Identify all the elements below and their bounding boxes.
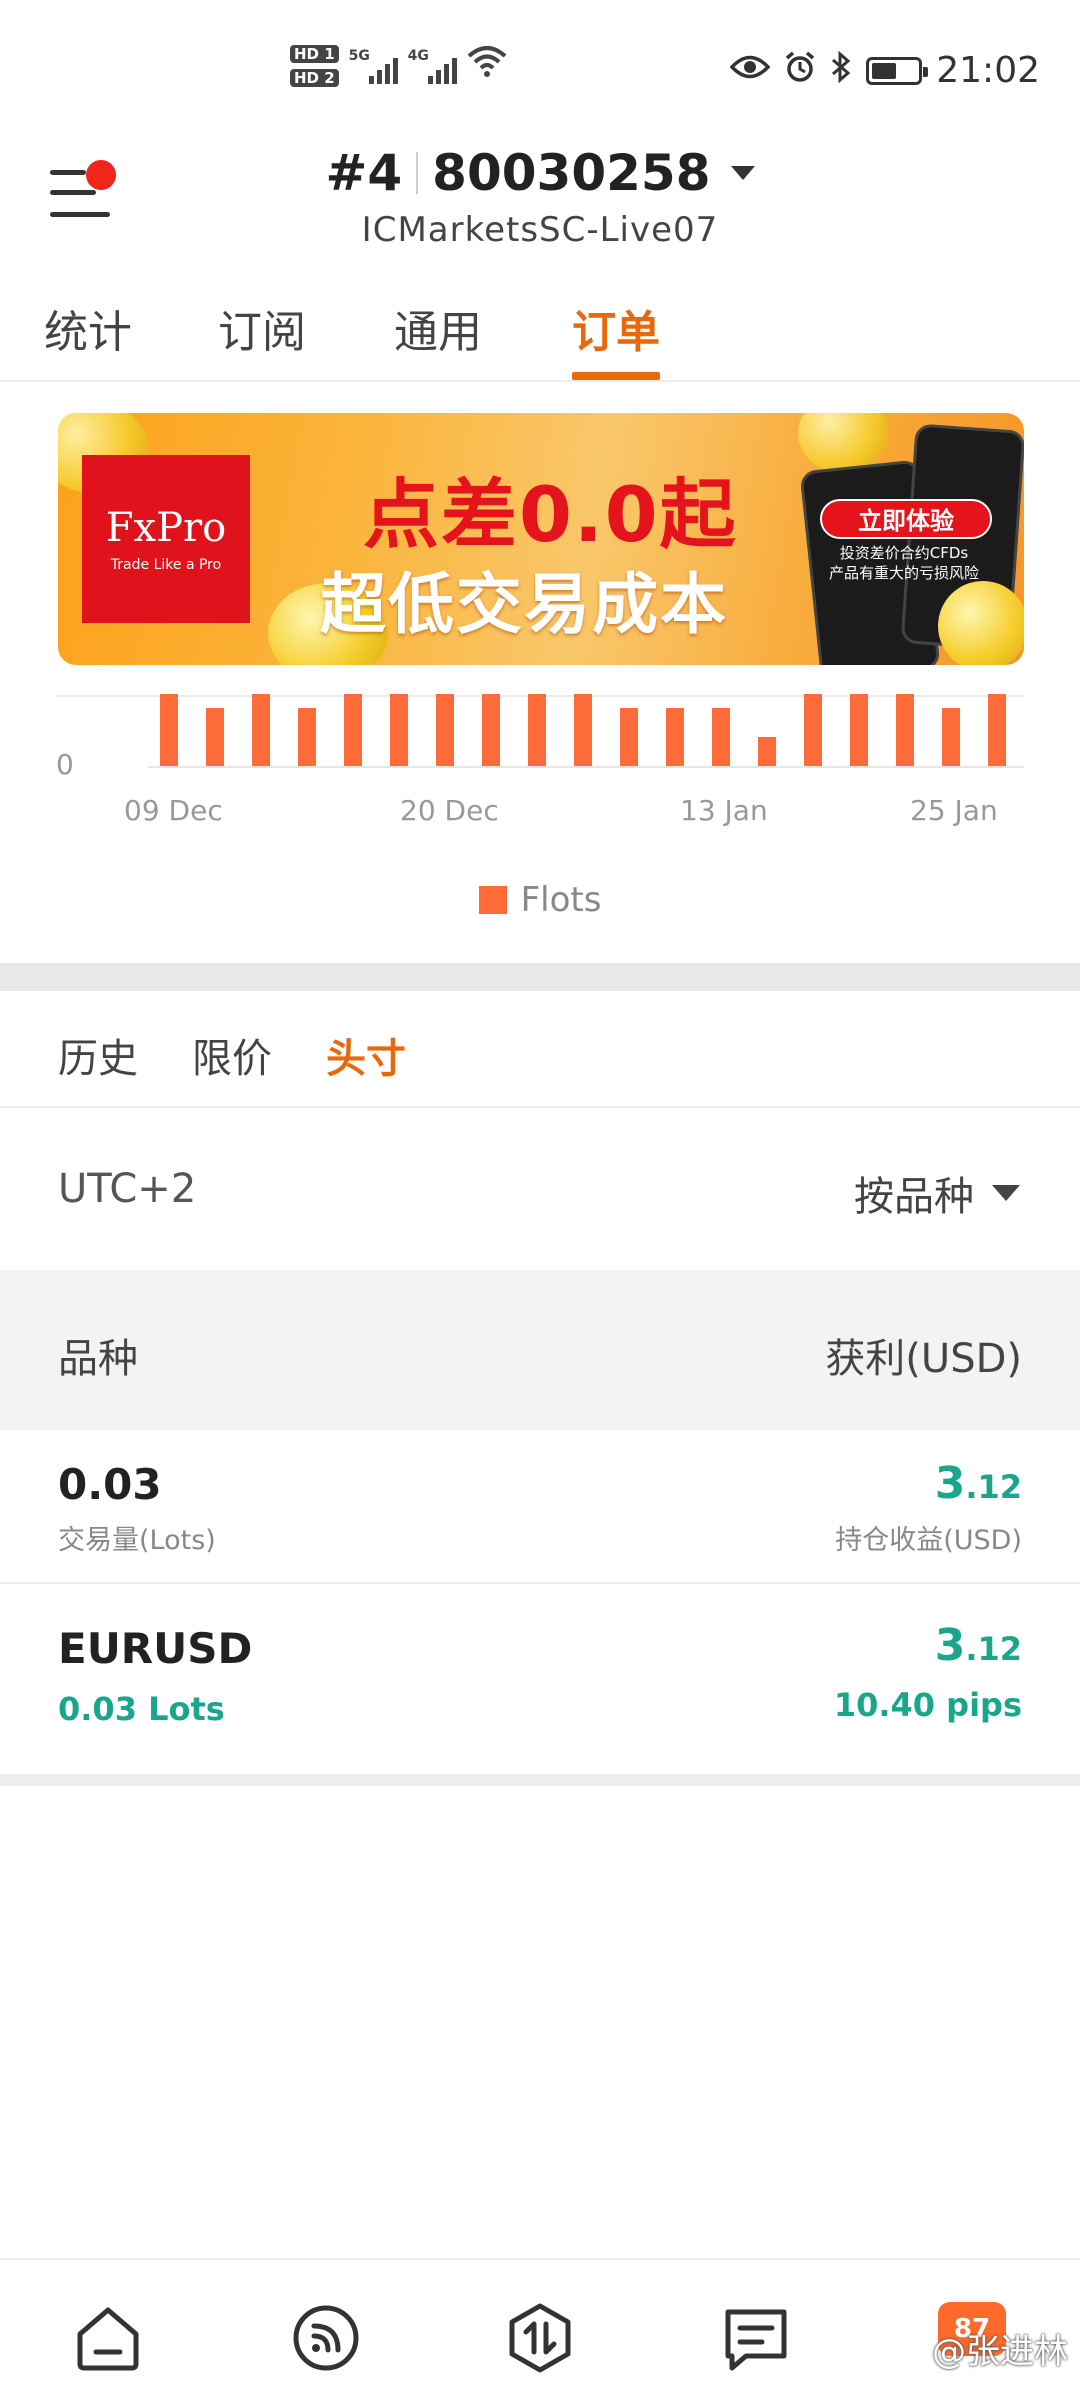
tab-stats[interactable]: 统计 (44, 296, 132, 360)
chart-bar (252, 694, 270, 766)
legend-swatch (478, 886, 507, 914)
sort-label: 按品种 (854, 1174, 974, 1220)
x-tick-label: 09 Dec (124, 794, 223, 827)
positions-summary: 0.03 交易量(Lots) 3.12 持仓收益(USD) (0, 1432, 1080, 1584)
chart-bar (620, 708, 638, 766)
timezone-label: UTC+2 (58, 1166, 197, 1212)
position-pips: 10.40 pips (833, 1686, 1022, 1724)
bottom-navigation: 87 @张进林 (0, 2258, 1080, 2400)
account-index: #4 (325, 144, 403, 202)
chart-bar (896, 694, 914, 766)
x-tick-label: 13 Jan (680, 794, 768, 827)
chart-bar (160, 694, 178, 766)
signal-icon[interactable] (288, 2300, 364, 2376)
chart-bar (850, 694, 868, 766)
chart-bar (666, 708, 684, 766)
profit-label: 持仓收益(USD) (835, 1525, 1022, 1556)
legend-label: Flots (520, 880, 602, 920)
column-symbol: 品种 (58, 1336, 138, 1382)
position-lots: 0.03 Lots (58, 1690, 225, 1728)
x-tick-label: 25 Jan (910, 794, 998, 827)
battery-icon (866, 56, 929, 85)
status-left: HD 1 HD 2 5G 4G (290, 44, 507, 87)
chart-bar (344, 694, 362, 766)
sort-dropdown[interactable]: 按品种 (854, 1164, 1020, 1222)
order-subtabs: 历史 限价 头寸 (0, 992, 1080, 1108)
eye-icon (729, 53, 771, 88)
x-tick-label: 20 Dec (400, 794, 499, 827)
column-profit: 获利(USD) (825, 1336, 1022, 1382)
risk-note: 投资差价合约CFDs 产品有重大的亏损风险 (828, 544, 979, 582)
total-volume: 0.03 (58, 1460, 162, 1509)
total-profit: 3.12 (934, 1458, 1022, 1509)
chart-bar (528, 694, 546, 766)
chart-bar (482, 694, 500, 766)
chart-bar (942, 708, 960, 766)
ad-banner[interactable]: FxPro Trade Like a Pro 点差0.0起 超低交易成本 立即体… (58, 413, 1024, 665)
subtab-positions[interactable]: 头寸 (326, 1026, 406, 1084)
chart-bar (206, 708, 224, 766)
account-number: 80030258 (432, 144, 711, 202)
sim2-indicator: HD 2 (290, 68, 339, 87)
active-tab-indicator (572, 372, 660, 380)
coin-image (938, 581, 1024, 665)
chart-bar (298, 708, 316, 766)
y-tick-zero: 0 (56, 748, 74, 781)
clock: 21:02 (936, 50, 1040, 91)
tab-subscribe[interactable]: 订阅 (218, 296, 306, 360)
table-header: 品种 获利(USD) (0, 1270, 1080, 1430)
filter-row: UTC+2 按品种 (0, 1110, 1080, 1268)
chart-bar (574, 694, 592, 766)
top-tabs: 统计 订阅 通用 订单 (0, 290, 1080, 382)
tab-general[interactable]: 通用 (394, 296, 482, 360)
banner-subheadline: 超低交易成本 (320, 566, 728, 643)
signal-4g-icon: 4G (408, 48, 457, 84)
watermark: @张进林 (932, 2332, 1068, 2372)
chart-bar (390, 694, 408, 766)
trade-icon[interactable] (502, 2300, 578, 2376)
sim1-indicator: HD 1 (290, 44, 339, 63)
chart-bar (758, 737, 776, 766)
caret-down-icon (992, 1185, 1020, 1201)
chat-icon[interactable] (718, 2300, 794, 2376)
subtab-history[interactable]: 历史 (58, 1026, 138, 1084)
chart-bar (988, 694, 1006, 766)
server-name: ICMarketsSC-Live07 (361, 210, 719, 250)
account-selector[interactable]: #4 80030258 ICMarketsSC-Live07 (0, 144, 1080, 250)
banner-headline: 点差0.0起 (363, 470, 738, 559)
chart-bar (804, 694, 822, 766)
wifi-icon (467, 44, 507, 87)
caret-down-icon (730, 166, 755, 180)
subtab-pending[interactable]: 限价 (192, 1026, 272, 1084)
position-profit: 3.12 (934, 1620, 1022, 1671)
section-divider (0, 963, 1080, 991)
volume-label: 交易量(Lots) (58, 1525, 216, 1556)
section-divider (0, 1774, 1080, 1786)
status-bar: HD 1 HD 2 5G 4G 21:02 (0, 0, 1080, 150)
chart-bar (436, 694, 454, 766)
home-icon[interactable] (70, 2300, 146, 2376)
try-now-button[interactable]: 立即体验 (820, 499, 992, 539)
signal-5g-icon: 5G (349, 48, 398, 84)
alarm-icon (784, 51, 816, 91)
position-row[interactable]: EURUSD 0.03 Lots 3.12 10.40 pips (0, 1586, 1080, 1776)
bluetooth-icon (830, 50, 852, 91)
fxpro-logo: FxPro Trade Like a Pro (82, 455, 250, 623)
status-right: 21:02 (729, 50, 1040, 91)
tab-orders[interactable]: 订单 (572, 296, 660, 360)
position-symbol: EURUSD (58, 1624, 253, 1673)
chart-legend: Flots (0, 880, 1080, 920)
chart-bar (712, 708, 730, 766)
